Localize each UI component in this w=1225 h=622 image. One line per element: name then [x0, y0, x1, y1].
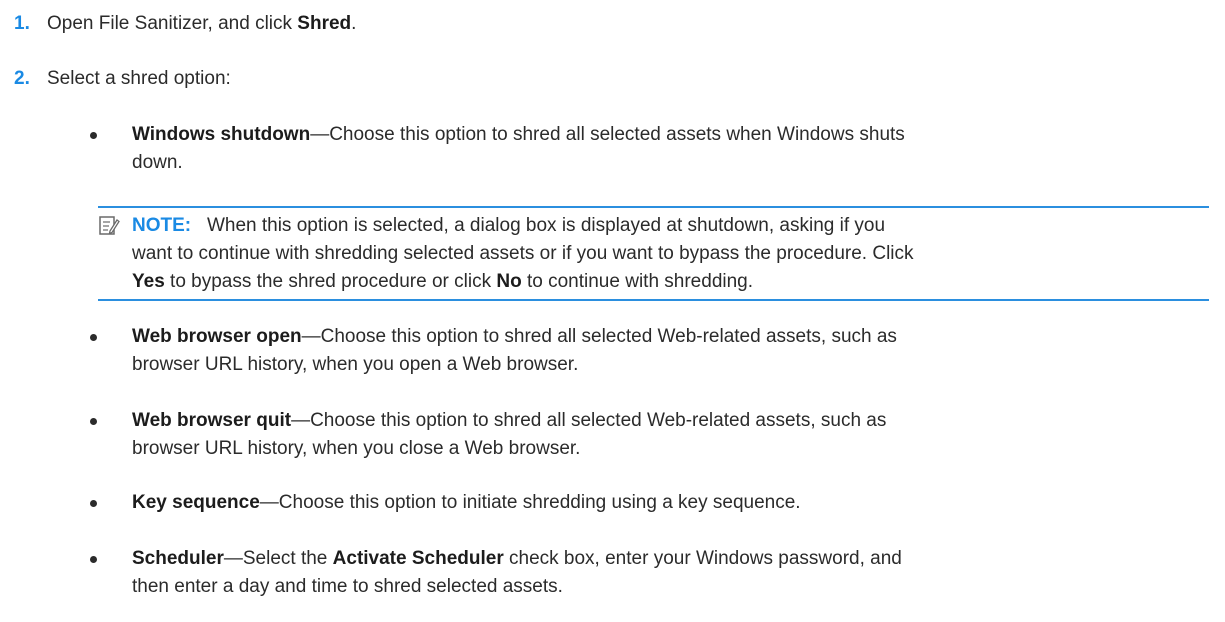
step-1-pre: Open File Sanitizer, and click: [47, 13, 298, 34]
option-desc: —Choose this option to initiate shreddin…: [259, 492, 801, 513]
step-number-2: 2.: [14, 68, 30, 89]
option-inline-bold: Activate Scheduler: [332, 548, 504, 569]
option-scheduler-cont: then enter a day and time to shred selec…: [132, 576, 563, 597]
option-desc-b: check box, enter your Windows password, …: [503, 548, 902, 569]
bullet-icon: [90, 334, 97, 341]
note-text-3b: to continue with shredding.: [521, 271, 754, 292]
option-term: Web browser quit: [132, 410, 292, 431]
option-windows-shutdown: Windows shutdown—Choose this option to s…: [132, 124, 905, 146]
option-desc: —Choose this option to shred all selecte…: [301, 326, 897, 347]
option-key-sequence: Key sequence—Choose this option to initi…: [132, 492, 801, 514]
option-windows-shutdown-cont: down.: [132, 152, 183, 173]
step-1-text: Open File Sanitizer, and click Shred.: [47, 13, 356, 35]
note-text-1: When this option is selected, a dialog b…: [206, 215, 886, 236]
option-desc-a: —Select the: [223, 548, 333, 569]
option-web-browser-open-cont: browser URL history, when you open a Web…: [132, 354, 579, 375]
step-2-text: Select a shred option:: [47, 68, 231, 89]
option-desc: —Choose this option to shred all selecte…: [291, 410, 887, 431]
note-top-rule: [98, 206, 1209, 208]
option-web-browser-quit-cont: browser URL history, when you close a We…: [132, 438, 581, 459]
option-web-browser-open: Web browser open—Choose this option to s…: [132, 326, 897, 348]
option-scheduler: Scheduler—Select the Activate Scheduler …: [132, 548, 902, 570]
note-pencil-icon: [99, 216, 120, 235]
note-label: NOTE:: [132, 215, 192, 236]
bullet-icon: [90, 556, 97, 563]
option-web-browser-quit: Web browser quit—Choose this option to s…: [132, 410, 886, 432]
option-desc: —Choose this option to shred all selecte…: [310, 124, 905, 145]
note-text-3a: to bypass the shred procedure or click: [164, 271, 497, 292]
option-term: Scheduler: [132, 548, 224, 569]
bullet-icon: [90, 500, 97, 507]
note-bottom-rule: [98, 299, 1209, 301]
note-line-3: Yes to bypass the shred procedure or cli…: [132, 271, 753, 293]
step-1-post: .: [351, 13, 357, 34]
step-number-1: 1.: [14, 13, 30, 34]
bullet-icon: [90, 132, 97, 139]
option-term: Windows shutdown: [132, 124, 311, 145]
note-line-1: NOTE: When this option is selected, a di…: [132, 215, 885, 237]
bullet-icon: [90, 418, 97, 425]
option-term: Key sequence: [132, 492, 260, 513]
note-yes: Yes: [132, 271, 165, 292]
option-term: Web browser open: [132, 326, 302, 347]
note-line-2: want to continue with shredding selected…: [132, 243, 914, 264]
step-1-bold: Shred: [297, 13, 352, 34]
note-no: No: [496, 271, 522, 292]
